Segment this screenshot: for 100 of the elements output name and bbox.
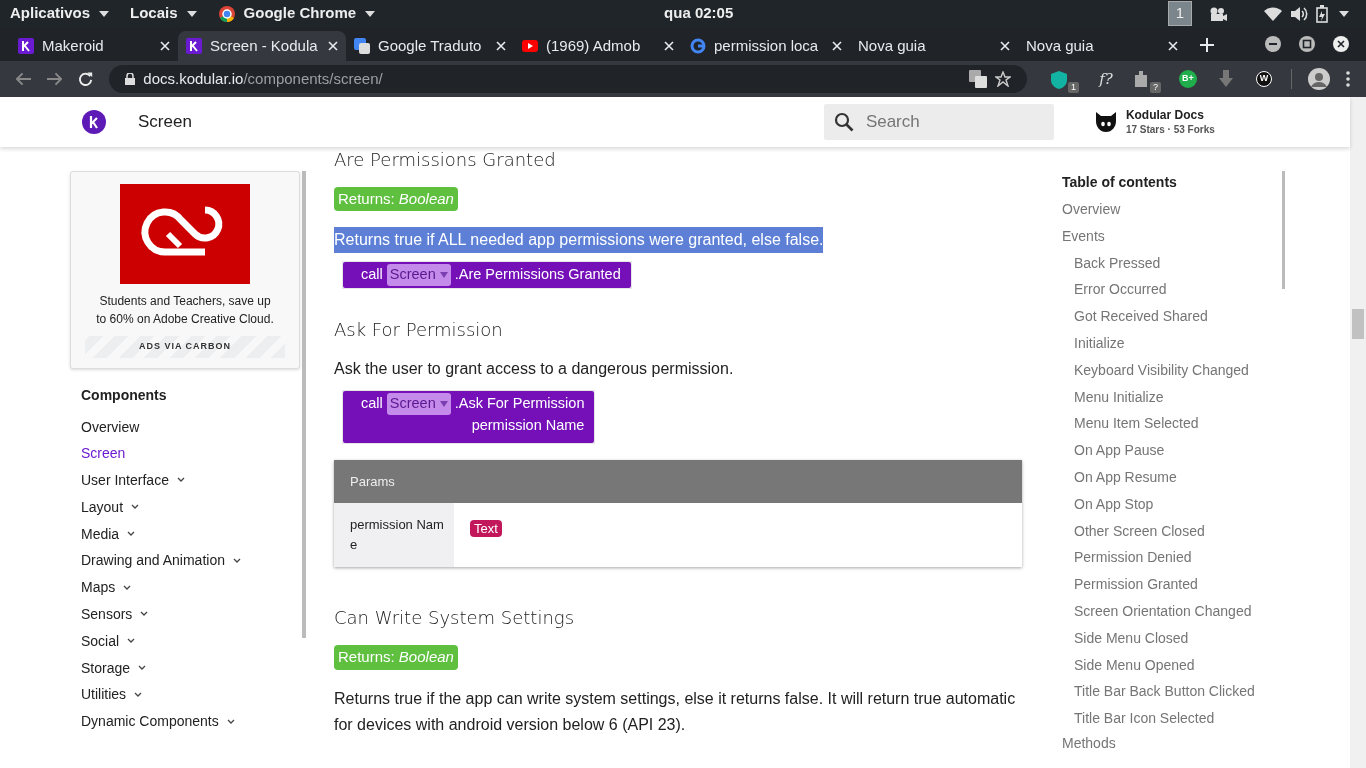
browser-tab[interactable]: Screen - Kodula bbox=[178, 31, 346, 61]
toc-link[interactable]: Overview bbox=[1062, 196, 1282, 223]
nav-link[interactable]: Layout bbox=[81, 493, 300, 521]
caret-icon bbox=[364, 8, 377, 19]
reload-icon[interactable] bbox=[78, 71, 94, 87]
scrollbar-thumb[interactable] bbox=[1282, 171, 1285, 289]
address-bar[interactable]: docs.kodular.io/components/screen/ bbox=[109, 65, 1027, 93]
toc-link[interactable]: Side Menu Closed bbox=[1062, 624, 1282, 652]
nav-link[interactable]: Overview bbox=[81, 413, 300, 441]
toc-link[interactable]: Got Received Shared bbox=[1062, 303, 1282, 330]
close-icon[interactable] bbox=[496, 41, 506, 51]
nav-link[interactable]: Utilities bbox=[81, 681, 300, 709]
back-icon[interactable] bbox=[16, 72, 32, 86]
forward-icon[interactable] bbox=[47, 72, 63, 86]
scrollbar-thumb[interactable] bbox=[1352, 309, 1364, 339]
repo-name[interactable]: Kodular Docs bbox=[1125, 107, 1215, 122]
chevron-icon bbox=[233, 557, 241, 564]
browser-icon bbox=[217, 4, 236, 23]
download-icon bbox=[1218, 70, 1234, 88]
toc-link[interactable]: Menu Item Selected bbox=[1062, 410, 1282, 438]
toc-link[interactable]: Title Bar Icon Selected bbox=[1062, 705, 1282, 732]
chevron-icon bbox=[134, 691, 143, 698]
close-icon[interactable] bbox=[1000, 41, 1010, 51]
call-keyword: call bbox=[361, 265, 383, 285]
extension-button[interactable]: ? bbox=[1133, 65, 1161, 93]
chevron-icon bbox=[176, 477, 185, 484]
toc-link[interactable]: Methods bbox=[1062, 731, 1282, 754]
nav-link[interactable]: User Interface bbox=[81, 467, 300, 494]
browser-tab[interactable]: Google Traduto bbox=[346, 31, 514, 61]
menu-item[interactable]: Google Chrome bbox=[207, 2, 387, 25]
url-text: docs.kodular.io/components/screen/ bbox=[143, 68, 384, 89]
toc-link[interactable]: Error Occurred bbox=[1062, 276, 1282, 304]
browser-tab[interactable]: (1969) Admob bbox=[514, 31, 682, 61]
nav-link[interactable]: Drawing and Animation bbox=[81, 547, 300, 575]
caret-icon bbox=[185, 8, 198, 19]
minimize-icon[interactable] bbox=[1264, 35, 1282, 53]
browser-tab[interactable]: permission loca bbox=[682, 31, 850, 61]
toc-link[interactable]: Keyboard Visibility Changed bbox=[1062, 356, 1282, 384]
toc-link[interactable]: Title Bar Back Button Clicked bbox=[1062, 678, 1282, 706]
component-dropdown[interactable]: Screen bbox=[386, 264, 451, 286]
toc-link[interactable]: Menu Initialize bbox=[1062, 383, 1282, 411]
shield-icon bbox=[1051, 71, 1067, 89]
menu-item[interactable]: Locais bbox=[120, 2, 208, 25]
nav-link[interactable]: Storage bbox=[81, 654, 300, 682]
clock: qua 02:05 bbox=[664, 3, 734, 24]
toc-link[interactable]: Back Pressed bbox=[1062, 249, 1282, 277]
caret-icon bbox=[98, 8, 111, 19]
toc-link[interactable]: Initialize bbox=[1062, 330, 1282, 357]
ad-label[interactable]: ADS VIA CARBON bbox=[85, 336, 285, 358]
table-cell: permission Name bbox=[334, 503, 454, 568]
nav-link[interactable]: Sensors bbox=[81, 601, 300, 628]
battery-icon bbox=[1316, 4, 1330, 23]
nav-link[interactable]: Screen bbox=[81, 440, 300, 468]
avatar-icon[interactable] bbox=[1308, 68, 1330, 90]
browser-tab[interactable]: Nova guia bbox=[850, 31, 1018, 61]
count-badge: 1 bbox=[1068, 82, 1079, 93]
toc-link[interactable]: On App Stop bbox=[1062, 490, 1282, 518]
toc-link[interactable]: Side Menu Opened bbox=[1062, 651, 1282, 679]
ad-text[interactable]: Students and Teachers, save up to 60% on Adobe Creative Cloud. bbox=[85, 292, 285, 328]
extension-button[interactable]: 1 bbox=[1051, 65, 1079, 93]
nav-link[interactable]: Media bbox=[81, 520, 300, 548]
chevron-icon bbox=[127, 638, 136, 645]
toc-link[interactable]: On App Pause bbox=[1062, 437, 1282, 464]
wifi-icon bbox=[1264, 6, 1282, 21]
new-tab-icon[interactable] bbox=[1200, 38, 1214, 52]
toc-link[interactable]: Screen Orientation Changed bbox=[1062, 597, 1282, 625]
component-dropdown[interactable]: Screen bbox=[386, 393, 451, 416]
count-badge: ? bbox=[1150, 82, 1161, 93]
section-heading: Are Permissions Granted bbox=[334, 149, 557, 171]
toc-link[interactable]: Permission Denied bbox=[1062, 544, 1282, 572]
maximize-icon[interactable] bbox=[1298, 35, 1316, 53]
nav-link[interactable]: Social bbox=[81, 627, 300, 655]
toc-link[interactable]: On App Resume bbox=[1062, 463, 1282, 491]
toc-link[interactable]: Other Screen Closed bbox=[1062, 517, 1282, 545]
section-heading: Ask For Permission bbox=[334, 318, 504, 341]
close-icon[interactable] bbox=[328, 41, 338, 51]
chevron-icon bbox=[140, 611, 149, 618]
toc-link[interactable]: Permission Granted bbox=[1062, 571, 1282, 598]
repo-stats: 17 Stars · 53 Forks bbox=[1125, 122, 1215, 137]
tab-favicon-icon bbox=[354, 38, 370, 54]
translate-icon[interactable] bbox=[969, 70, 987, 88]
close-icon[interactable] bbox=[664, 41, 674, 51]
menu-icon[interactable] bbox=[1346, 71, 1350, 87]
browser-tab[interactable]: Makeroid bbox=[10, 31, 178, 61]
star-icon[interactable] bbox=[995, 71, 1011, 87]
extension-button[interactable]: f? bbox=[1095, 68, 1117, 90]
nav-link[interactable]: Maps bbox=[81, 574, 300, 602]
close-icon[interactable] bbox=[1332, 35, 1350, 53]
close-icon[interactable] bbox=[832, 41, 842, 51]
description: Ask the user to grant access to a dangerous permission. bbox=[334, 359, 735, 380]
close-icon[interactable] bbox=[1168, 41, 1178, 51]
search-field[interactable]: Search bbox=[823, 104, 1054, 140]
menu-item[interactable]: Aplicativos bbox=[0, 2, 121, 25]
lock-icon bbox=[125, 73, 136, 85]
caret-icon bbox=[439, 271, 448, 278]
nav-link[interactable]: Dynamic Components bbox=[81, 708, 300, 736]
browser-tab[interactable]: Nova guia bbox=[1018, 31, 1186, 61]
close-icon[interactable] bbox=[160, 41, 170, 51]
description: Returns true if the app can write system settings, else it returns false. It will return true automatic for devices with android version below 6 (API 23). bbox=[334, 688, 1017, 735]
toc-link[interactable]: Events bbox=[1062, 222, 1282, 250]
